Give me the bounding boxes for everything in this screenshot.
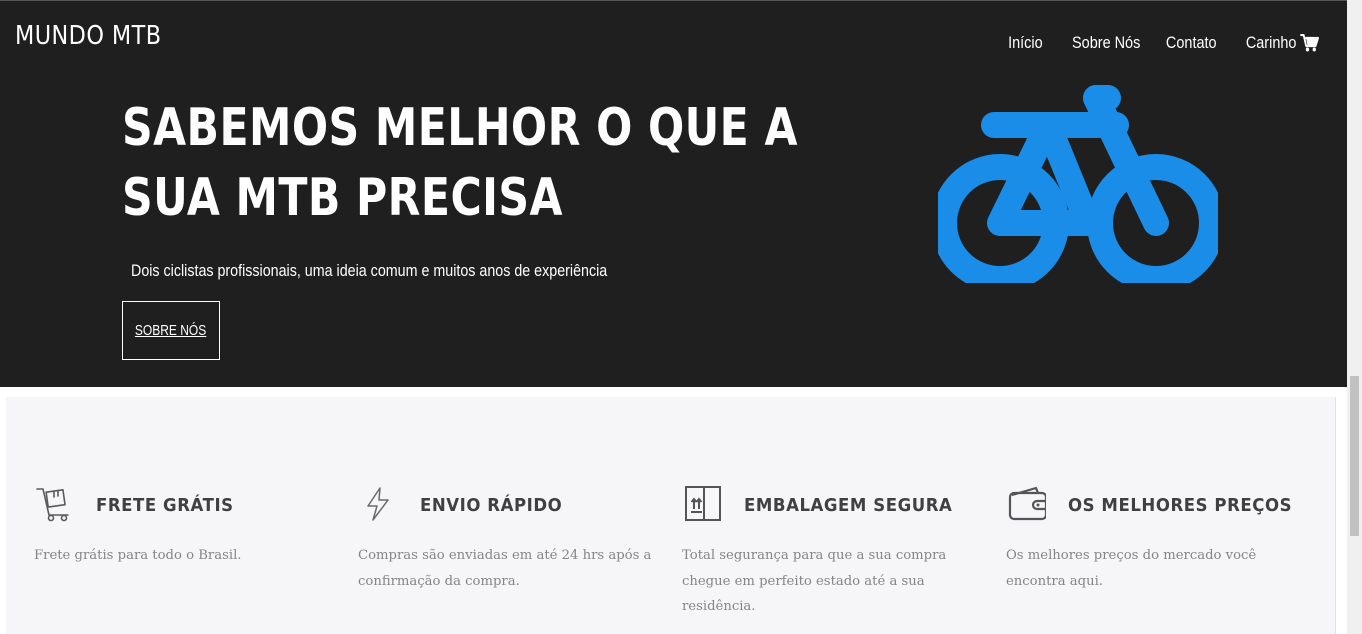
nav-link-contato[interactable]: Contato [1166, 33, 1217, 53]
bicycle-icon [938, 85, 1218, 283]
cart-icon [1300, 34, 1319, 52]
site-logo[interactable]: MUNDO MTB [15, 21, 161, 51]
page-scrollbar[interactable] [1347, 0, 1362, 634]
feature-title: EMBALAGEM SEGURA [744, 495, 953, 516]
hero-headline: SABEMOS MELHOR O QUE A SUA MTB PRECISA [122, 98, 798, 228]
cart-box-icon [36, 488, 69, 522]
nav-link-sobre-nos[interactable]: Sobre Nós [1072, 33, 1140, 53]
scrollbar-thumb[interactable] [1350, 376, 1359, 536]
feature-title: ENVIO RÁPIDO [420, 495, 563, 516]
package-icon [685, 486, 721, 521]
feature-description: Compras são enviadas em até 24 hrs após … [358, 548, 652, 589]
feature-title: OS MELHORES PREÇOS [1068, 495, 1293, 516]
feature-description: Frete grátis para todo o Brasil. [34, 548, 242, 563]
hero-section: MUNDO MTB Início Sobre Nós Contato Carin… [0, 0, 1347, 387]
main-nav: Início Sobre Nós Contato Carinho [985, 33, 1319, 53]
feature-description: Os melhores preços do mercado você encon… [1006, 548, 1257, 589]
hero-subline: Dois ciclistas profissionais, uma ideia … [131, 261, 608, 280]
nav-link-carinho[interactable]: Carinho [1246, 33, 1319, 53]
features-section: FRETE GRÁTIS Frete grátis para todo o Br… [6, 397, 1336, 634]
nav-link-inicio[interactable]: Início [1008, 33, 1043, 53]
lightning-icon [367, 487, 389, 521]
sobre-nos-button[interactable]: SOBRE NÓS [122, 301, 220, 360]
feature-description: Total segurança para que a sua compra ch… [682, 548, 947, 614]
feature-title: FRETE GRÁTIS [96, 495, 234, 516]
wallet-icon [1008, 486, 1046, 521]
sobre-nos-button-label: SOBRE NÓS [135, 322, 207, 339]
nav-link-carinho-label: Carinho [1246, 33, 1297, 52]
